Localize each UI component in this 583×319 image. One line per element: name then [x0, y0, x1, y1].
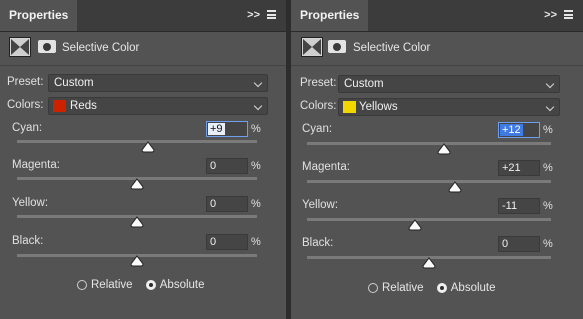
- panel-tab-bar: Properties >>: [291, 0, 583, 32]
- black-input[interactable]: 0: [498, 236, 540, 252]
- magenta-value: +21: [502, 162, 521, 174]
- color-swatch: [343, 101, 356, 113]
- percent-unit: %: [543, 162, 553, 174]
- absolute-option[interactable]: Absolute: [145, 279, 205, 291]
- collapse-icon: >>: [247, 9, 260, 21]
- black-label: Black:: [12, 235, 44, 247]
- preset-value: Custom: [54, 77, 94, 89]
- chevron-down-icon: [545, 102, 555, 112]
- chevron-down-icon: [253, 78, 263, 88]
- preset-label: Preset:: [300, 77, 337, 89]
- preset-dropdown[interactable]: Custom: [48, 74, 268, 92]
- tab-title: Properties: [300, 8, 360, 22]
- radio-selected-icon: [145, 280, 156, 290]
- yellow-input[interactable]: -11: [498, 198, 540, 214]
- percent-unit: %: [251, 198, 261, 210]
- panel-tab-bar: Properties >>: [0, 0, 286, 32]
- colors-label: Colors:: [7, 99, 44, 111]
- preset-dropdown[interactable]: Custom: [338, 75, 560, 93]
- relative-label: Relative: [382, 282, 424, 294]
- cyan-input[interactable]: +12: [498, 122, 540, 138]
- radio-icon: [368, 283, 378, 293]
- absolute-label: Absolute: [159, 279, 205, 291]
- magenta-label: Magenta:: [12, 159, 60, 171]
- absolute-option[interactable]: Absolute: [436, 282, 496, 294]
- colors-dropdown[interactable]: Reds: [48, 97, 268, 115]
- black-label: Black:: [302, 237, 334, 249]
- magenta-value: 0: [210, 160, 217, 172]
- colors-value: Reds: [70, 100, 97, 112]
- properties-panel-right: Properties >> Selective Color Preset: Cu…: [291, 0, 583, 319]
- percent-unit: %: [543, 124, 553, 136]
- yellow-slider-track[interactable]: [307, 218, 551, 221]
- yellow-label: Yellow:: [302, 199, 339, 211]
- relative-option[interactable]: Relative: [368, 282, 424, 294]
- percent-unit: %: [543, 238, 553, 250]
- yellow-value: -11: [502, 200, 518, 212]
- chevron-down-icon: [253, 101, 263, 111]
- tab-title: Properties: [9, 8, 69, 22]
- radio-icon: [77, 280, 87, 290]
- layer-mask-icon[interactable]: [38, 40, 56, 53]
- method-radio-group: Relative Absolute: [77, 279, 215, 291]
- cyan-label: Cyan:: [302, 123, 333, 135]
- divider: [0, 65, 286, 66]
- hamburger-icon: [564, 10, 573, 19]
- black-value: 0: [502, 238, 509, 250]
- relative-label: Relative: [91, 279, 133, 291]
- yellow-value: 0: [210, 198, 217, 210]
- hamburger-icon: [267, 10, 276, 19]
- magenta-input[interactable]: 0: [206, 158, 248, 174]
- cyan-slider-track[interactable]: [17, 140, 257, 143]
- cyan-slider-track[interactable]: [307, 142, 551, 145]
- magenta-slider-track[interactable]: [307, 180, 551, 183]
- percent-unit: %: [543, 200, 553, 212]
- adjustment-title: Selective Color: [353, 42, 431, 54]
- absolute-label: Absolute: [450, 282, 496, 294]
- adjustment-title: Selective Color: [62, 42, 140, 54]
- divider: [291, 65, 583, 66]
- cyan-value: +12: [500, 124, 523, 136]
- percent-unit: %: [251, 236, 261, 248]
- tab-properties[interactable]: Properties: [0, 0, 78, 31]
- method-radio-group: Relative Absolute: [368, 282, 506, 294]
- yellow-label: Yellow:: [12, 197, 49, 209]
- relative-option[interactable]: Relative: [77, 279, 133, 291]
- percent-unit: %: [251, 123, 261, 135]
- preset-label: Preset:: [7, 76, 44, 88]
- panel-menu-button[interactable]: >>: [247, 9, 276, 23]
- selective-color-icon: [9, 37, 31, 57]
- preset-value: Custom: [344, 78, 384, 90]
- cyan-value: +9: [208, 123, 225, 135]
- magenta-label: Magenta:: [302, 161, 350, 173]
- black-input[interactable]: 0: [206, 234, 248, 250]
- colors-label: Colors:: [300, 100, 337, 112]
- layer-mask-icon[interactable]: [328, 40, 346, 53]
- selective-color-icon: [301, 37, 323, 57]
- colors-dropdown[interactable]: Yellows: [338, 98, 560, 116]
- collapse-icon: >>: [544, 9, 557, 21]
- percent-unit: %: [251, 160, 261, 172]
- tab-properties[interactable]: Properties: [291, 0, 369, 31]
- chevron-down-icon: [545, 79, 555, 89]
- cyan-label: Cyan:: [12, 122, 43, 134]
- magenta-input[interactable]: +21: [498, 160, 540, 176]
- cyan-input[interactable]: +9: [206, 121, 248, 137]
- colors-value: Yellows: [359, 101, 398, 113]
- black-value: 0: [210, 236, 217, 248]
- color-swatch: [53, 100, 66, 112]
- panel-menu-button[interactable]: >>: [544, 9, 573, 23]
- properties-panel-left: Properties >> Selective Color Preset: Cu…: [0, 0, 286, 319]
- radio-selected-icon: [436, 283, 447, 293]
- yellow-input[interactable]: 0: [206, 196, 248, 212]
